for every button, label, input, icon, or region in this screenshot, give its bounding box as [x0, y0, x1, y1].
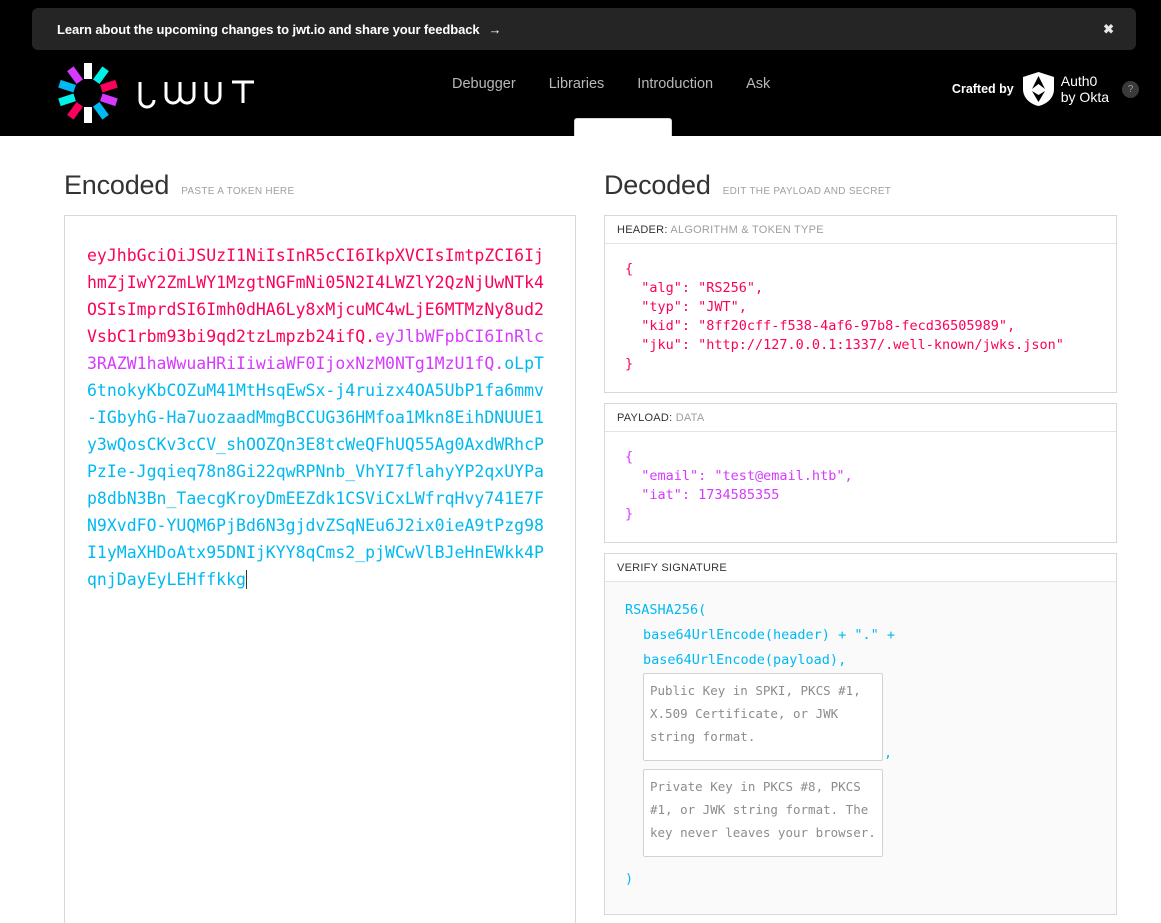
decoded-title: Decoded: [604, 170, 711, 200]
signature-base64-header-line: base64UrlEncode(header) + "." +: [643, 627, 895, 643]
signature-algorithm-line: RSASHA256(: [625, 602, 707, 618]
public-key-row: ,: [625, 673, 1096, 761]
verify-signature-panel-label: VERIFY SIGNATURE: [605, 554, 1116, 582]
text-cursor: [245, 570, 247, 589]
jwt-logo-link[interactable]: [56, 62, 256, 124]
auth0-name-line2: by Okta: [1060, 89, 1109, 105]
debugger-main: Encoded PASTE A TOKEN HERE eyJhbGciOiJSU…: [0, 136, 1161, 923]
decoded-payload-editor[interactable]: { "email": "test@email.htb", "iat": 1734…: [605, 432, 1116, 542]
decoded-header-label-strong: HEADER:: [617, 224, 668, 236]
nav-item-introduction[interactable]: Introduction: [637, 76, 713, 92]
decoded-header-panel: HEADER: ALGORITHM & TOKEN TYPE { "alg": …: [604, 215, 1117, 393]
crafted-by-label: Crafted by: [951, 82, 1014, 96]
decoded-payload-json: { "email": "test@email.htb", "iat": 1734…: [625, 449, 853, 522]
decoded-header-label-dim: ALGORITHM & TOKEN TYPE: [670, 224, 824, 236]
auth0-name-line1: Auth0: [1060, 73, 1098, 89]
encoded-section-header: Encoded PASTE A TOKEN HERE: [64, 136, 576, 215]
help-icon[interactable]: ?: [1122, 80, 1139, 98]
top-navigation-bar: Learn about the upcoming changes to jwt.…: [0, 0, 1161, 136]
token-signature-segment: oLpT6tnokyKbCOZuM41MtHsqEwSx-j4ruizx4OA5…: [87, 354, 544, 589]
verify-signature-panel: VERIFY SIGNATURE RSASHA256( base64UrlEnc…: [604, 553, 1117, 915]
private-key-input[interactable]: [643, 769, 883, 857]
signature-close-paren: ): [625, 871, 634, 887]
encoded-column: Encoded PASTE A TOKEN HERE eyJhbGciOiJSU…: [64, 136, 576, 923]
verify-signature-label: VERIFY SIGNATURE: [617, 562, 727, 574]
token-separator-1: .: [365, 327, 376, 346]
decoded-column: Decoded EDIT THE PAYLOAD AND SECRET HEAD…: [604, 136, 1117, 915]
decoded-payload-panel-label: PAYLOAD: DATA: [605, 404, 1116, 432]
verify-signature-body: RSASHA256( base64UrlEncode(header) + "."…: [605, 582, 1116, 914]
announcement-banner[interactable]: Learn about the upcoming changes to jwt.…: [32, 8, 1136, 50]
public-key-trailing-comma: ,: [884, 745, 893, 761]
auth0-shield-icon: [1022, 72, 1054, 106]
nav-item-libraries[interactable]: Libraries: [549, 76, 605, 92]
decoded-section-header: Decoded EDIT THE PAYLOAD AND SECRET: [604, 136, 1117, 215]
nav-item-ask[interactable]: Ask: [746, 76, 770, 92]
encoded-subtitle: PASTE A TOKEN HERE: [181, 186, 295, 197]
encoded-token-input[interactable]: eyJhbGciOiJSUzI1NiIsInR5cCI6IkpXVCIsImtp…: [64, 215, 576, 923]
arrow-right-icon: →: [488, 21, 502, 37]
jwt-starburst-icon: [58, 63, 118, 123]
crafted-by-auth0[interactable]: Crafted by Auth0 by Okta ?: [952, 72, 1139, 106]
nav-item-debugger[interactable]: Debugger: [452, 76, 516, 92]
decoded-payload-panel: PAYLOAD: DATA { "email": "test@email.htb…: [604, 403, 1117, 543]
decoded-header-panel-label: HEADER: ALGORITHM & TOKEN TYPE: [605, 216, 1116, 244]
announcement-banner-text: Learn about the upcoming changes to jwt.…: [57, 21, 480, 37]
decoded-payload-label-dim: DATA: [675, 412, 705, 424]
main-nav-links: Debugger Libraries Introduction Ask: [452, 76, 770, 92]
decoded-payload-label-strong: PAYLOAD:: [617, 412, 673, 424]
decoded-subtitle: EDIT THE PAYLOAD AND SECRET: [722, 186, 892, 197]
decoded-header-json: { "alg": "RS256", "typ": "JWT", "kid": "…: [625, 261, 1064, 372]
decoded-header-editor[interactable]: { "alg": "RS256", "typ": "JWT", "kid": "…: [605, 244, 1116, 392]
encoded-title: Encoded: [64, 170, 170, 200]
public-key-input[interactable]: [643, 673, 883, 761]
jwt-wordmark: [138, 80, 254, 109]
close-icon[interactable]: ✖: [1097, 19, 1120, 40]
auth0-logo: Auth0 by Okta: [1022, 72, 1109, 106]
signature-base64-payload-line: base64UrlEncode(payload),: [643, 652, 847, 668]
encoded-token-text: eyJhbGciOiJSUzI1NiIsInR5cCI6IkpXVCIsImtp…: [87, 242, 553, 593]
private-key-row: [625, 769, 1096, 857]
token-separator-2: .: [494, 354, 505, 373]
